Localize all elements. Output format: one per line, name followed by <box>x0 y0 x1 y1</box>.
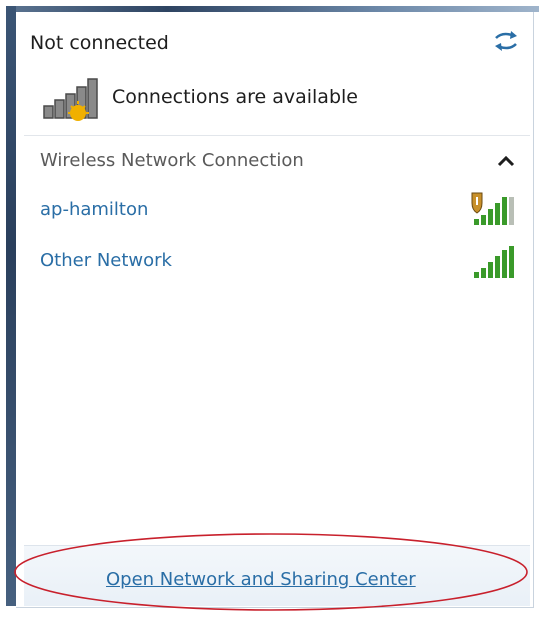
refresh-icon[interactable] <box>492 30 520 52</box>
chevron-up-icon[interactable] <box>497 155 515 167</box>
annotation-ellipse <box>14 533 528 611</box>
network-flyout-window: Not connected Connections are available … <box>0 0 539 619</box>
signal-open-icon <box>474 246 514 278</box>
connection-status-subtitle: Connections are available <box>112 86 358 108</box>
section-divider <box>24 135 530 136</box>
network-item-other-network[interactable]: Other Network <box>40 250 172 271</box>
signal-bars-warning-icon <box>43 78 98 121</box>
signal-secured-icon <box>471 192 514 225</box>
network-item-ap-hamilton[interactable]: ap-hamilton <box>40 199 148 220</box>
window-border-left <box>6 6 16 606</box>
section-title: Wireless Network Connection <box>40 150 304 171</box>
connection-status-title: Not connected <box>30 32 169 54</box>
